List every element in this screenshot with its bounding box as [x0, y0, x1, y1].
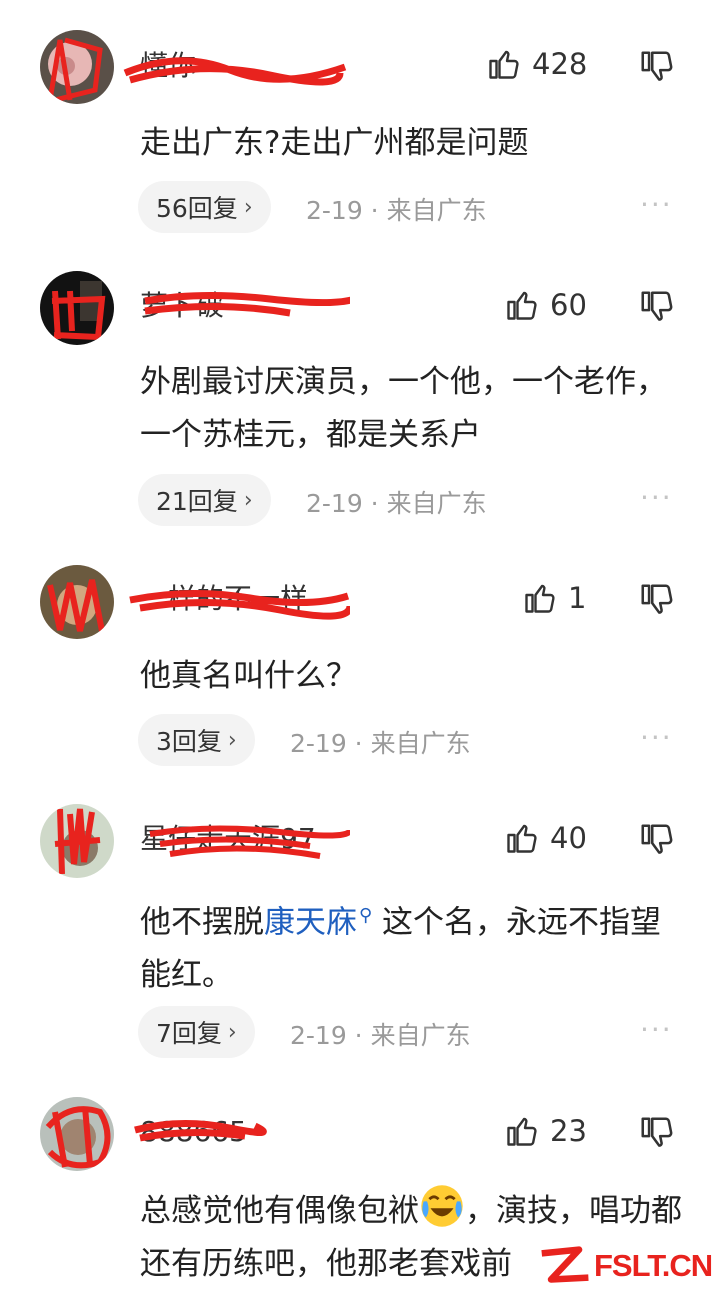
comment-text: 他不摆脱康天庥 ⚲ 这个名，永远不指望能红。 [140, 889, 688, 1002]
comment-meta: 2-19 · 来自广东 [306, 489, 487, 518]
avatar-image [40, 565, 114, 639]
comment-meta: 2-19 · 来自广东 [290, 729, 471, 758]
like-button[interactable]: 40 [504, 816, 587, 860]
like-button[interactable]: 428 [486, 42, 587, 86]
thumbs-down-icon[interactable] [638, 821, 676, 859]
more-dots-icon[interactable]: ··· [640, 188, 673, 221]
more-dots-icon[interactable]: ··· [640, 1013, 673, 1046]
avatar[interactable] [40, 271, 114, 345]
like-button[interactable]: 60 [504, 283, 587, 327]
avatar[interactable] [40, 1097, 114, 1171]
watermark-text: FSLT.CN [594, 1247, 713, 1283]
reply-count-label: 56回复 [156, 194, 238, 223]
reply-count-label: 7回复 [156, 1019, 222, 1048]
like-count: 428 [532, 47, 588, 81]
username[interactable]: 888665 [140, 1112, 247, 1152]
crying-laughing-emoji [421, 1185, 463, 1227]
search-link[interactable]: 康天庥 [264, 904, 357, 940]
search-icon[interactable]: ⚲ [359, 905, 372, 926]
thumbs-up-icon [489, 50, 519, 79]
comment-text-before: 总感觉他有偶像包袱 [140, 1193, 419, 1229]
like-count: 23 [550, 1114, 587, 1148]
chevron-right-icon: › [243, 194, 253, 220]
reply-count-label: 21回复 [156, 487, 238, 516]
comment-text: 他真名叫什么？ [140, 658, 357, 694]
chevron-right-icon: › [243, 487, 253, 513]
more-dots-icon[interactable]: ··· [640, 481, 673, 514]
reply-count-label: 3回复 [156, 727, 222, 756]
username[interactable]: 一样的不一样 [140, 579, 308, 619]
comment-text: 走出广东?走出广州都是问题 [140, 125, 529, 161]
thumbs-down-icon[interactable] [638, 48, 676, 86]
reply-count-button[interactable]: 21回复 › [138, 474, 271, 526]
reply-count-button[interactable]: 56回复 › [138, 181, 271, 233]
watermark-logo: FSLT.CN [538, 1242, 719, 1289]
like-button[interactable]: 1 [522, 576, 586, 620]
comment-meta: 2-19 · 来自广东 [306, 196, 487, 225]
avatar-image [40, 30, 114, 104]
like-count: 40 [550, 821, 587, 855]
thumbs-up-icon [507, 291, 537, 320]
avatar[interactable] [40, 804, 114, 878]
avatar[interactable] [40, 30, 114, 104]
comment-text-before: 他不摆脱 [140, 904, 264, 941]
like-count: 60 [550, 288, 587, 322]
thumbs-up-icon [507, 824, 537, 853]
watermark-emblem [541, 1245, 589, 1283]
more-dots-icon[interactable]: ··· [640, 721, 673, 754]
username[interactable]: 萝卜破 [140, 286, 224, 326]
thumbs-up-icon [507, 1117, 537, 1146]
chevron-right-icon: › [227, 727, 237, 753]
avatar-image [40, 271, 114, 345]
like-button[interactable]: 23 [504, 1109, 587, 1153]
reply-count-button[interactable]: 7回复 › [138, 1006, 255, 1058]
thumbs-down-icon[interactable] [638, 288, 676, 326]
chevron-right-icon: › [227, 1019, 237, 1045]
like-count: 1 [568, 581, 587, 615]
username[interactable]: 星仔走天涯97 [140, 819, 316, 859]
reply-count-button[interactable]: 3回复 › [138, 714, 255, 766]
comment-meta: 2-19 · 来自广东 [290, 1021, 471, 1050]
username[interactable]: 懂你 [140, 46, 196, 86]
avatar-image [40, 1097, 114, 1171]
thumbs-up-icon [525, 584, 555, 613]
avatar[interactable] [40, 565, 114, 639]
thumbs-down-icon[interactable] [638, 1114, 676, 1152]
comment-text: 外剧最讨厌演员，一个他，一个老作，一个苏桂元，都是关系户 [140, 364, 667, 453]
thumbs-down-icon[interactable] [638, 581, 676, 619]
avatar-image [40, 804, 114, 878]
